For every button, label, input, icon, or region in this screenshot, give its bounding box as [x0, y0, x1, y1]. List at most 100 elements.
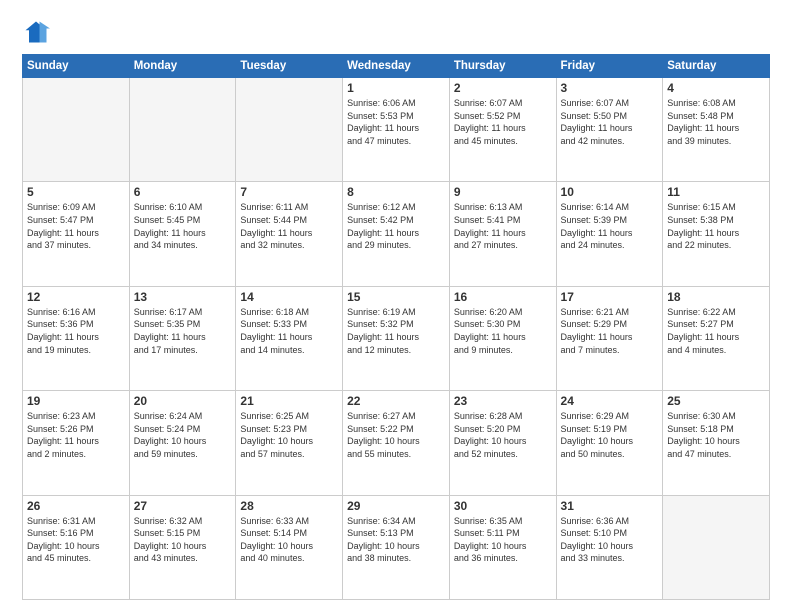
- day-info: Sunrise: 6:09 AM Sunset: 5:47 PM Dayligh…: [27, 201, 125, 251]
- weekday-header-saturday: Saturday: [663, 55, 770, 78]
- day-info: Sunrise: 6:16 AM Sunset: 5:36 PM Dayligh…: [27, 306, 125, 356]
- calendar-cell: 18 Sunrise: 6:22 AM Sunset: 5:27 PM Dayli…: [663, 286, 770, 390]
- day-info: Sunrise: 6:36 AM Sunset: 5:10 PM Dayligh…: [561, 515, 659, 565]
- day-number: 4: [667, 81, 765, 95]
- calendar-table: SundayMondayTuesdayWednesdayThursdayFrid…: [22, 54, 770, 600]
- day-number: 31: [561, 499, 659, 513]
- week-row-5: 26Sunrise: 6:31 AM Sunset: 5:16 PM Dayli…: [23, 495, 770, 599]
- day-number: 8: [347, 185, 445, 199]
- day-number: 22: [347, 394, 445, 408]
- weekday-header-sunday: Sunday: [23, 55, 130, 78]
- day-number: 11: [667, 185, 765, 199]
- week-row-2: 5Sunrise: 6:09 AM Sunset: 5:47 PM Daylig…: [23, 182, 770, 286]
- day-info: Sunrise: 6:20 AM Sunset: 5:30 PM Dayligh…: [454, 306, 552, 356]
- day-info: Sunrise: 6:19 AM Sunset: 5:32 PM Dayligh…: [347, 306, 445, 356]
- calendar-cell: [236, 78, 343, 182]
- day-number: 23: [454, 394, 552, 408]
- day-number: 27: [134, 499, 232, 513]
- day-number: 12: [27, 290, 125, 304]
- day-number: 16: [454, 290, 552, 304]
- calendar-cell: 30Sunrise: 6:35 AM Sunset: 5:11 PM Dayli…: [449, 495, 556, 599]
- calendar-cell: 17Sunrise: 6:21 AM Sunset: 5:29 PM Dayli…: [556, 286, 663, 390]
- day-info: Sunrise: 6:07 AM Sunset: 5:52 PM Dayligh…: [454, 97, 552, 147]
- weekday-header-tuesday: Tuesday: [236, 55, 343, 78]
- weekday-header-row: SundayMondayTuesdayWednesdayThursdayFrid…: [23, 55, 770, 78]
- day-number: 9: [454, 185, 552, 199]
- calendar-cell: 21 Sunrise: 6:25 AM Sunset: 5:23 PM Dayli…: [236, 391, 343, 495]
- calendar-cell: 27 Sunrise: 6:32 AM Sunset: 5:15 PM Dayli…: [129, 495, 236, 599]
- calendar-cell: 19 Sunrise: 6:23 AM Sunset: 5:26 PM Dayli…: [23, 391, 130, 495]
- day-info: Sunrise: 6:32 AM Sunset: 5:15 PM Dayligh…: [134, 515, 232, 565]
- day-info: Sunrise: 6:33 AM Sunset: 5:14 PM Dayligh…: [240, 515, 338, 565]
- calendar-cell: 15 Sunrise: 6:19 AM Sunset: 5:32 PM Dayli…: [343, 286, 450, 390]
- day-number: 28: [240, 499, 338, 513]
- day-info: Sunrise: 6:21 AM Sunset: 5:29 PM Dayligh…: [561, 306, 659, 356]
- calendar-cell: 6 Sunrise: 6:10 AM Sunset: 5:45 PM Daylig…: [129, 182, 236, 286]
- calendar-cell: [663, 495, 770, 599]
- day-number: 20: [134, 394, 232, 408]
- day-info: Sunrise: 6:24 AM Sunset: 5:24 PM Dayligh…: [134, 410, 232, 460]
- day-info: Sunrise: 6:25 AM Sunset: 5:23 PM Dayligh…: [240, 410, 338, 460]
- day-info: Sunrise: 6:34 AM Sunset: 5:13 PM Dayligh…: [347, 515, 445, 565]
- day-info: Sunrise: 6:07 AM Sunset: 5:50 PM Dayligh…: [561, 97, 659, 147]
- calendar-cell: 25 Sunrise: 6:30 AM Sunset: 5:18 PM Dayli…: [663, 391, 770, 495]
- day-number: 7: [240, 185, 338, 199]
- weekday-header-thursday: Thursday: [449, 55, 556, 78]
- calendar-cell: 3Sunrise: 6:07 AM Sunset: 5:50 PM Daylig…: [556, 78, 663, 182]
- calendar-cell: 10 Sunrise: 6:14 AM Sunset: 5:39 PM Dayli…: [556, 182, 663, 286]
- calendar-cell: [23, 78, 130, 182]
- calendar-cell: 4 Sunrise: 6:08 AM Sunset: 5:48 PM Daylig…: [663, 78, 770, 182]
- calendar-cell: 31 Sunrise: 6:36 AM Sunset: 5:10 PM Dayli…: [556, 495, 663, 599]
- calendar-cell: 9Sunrise: 6:13 AM Sunset: 5:41 PM Daylig…: [449, 182, 556, 286]
- calendar-cell: 29 Sunrise: 6:34 AM Sunset: 5:13 PM Dayli…: [343, 495, 450, 599]
- day-info: Sunrise: 6:15 AM Sunset: 5:38 PM Dayligh…: [667, 201, 765, 251]
- calendar-cell: 5Sunrise: 6:09 AM Sunset: 5:47 PM Daylig…: [23, 182, 130, 286]
- day-info: Sunrise: 6:17 AM Sunset: 5:35 PM Dayligh…: [134, 306, 232, 356]
- calendar-cell: 22 Sunrise: 6:27 AM Sunset: 5:22 PM Dayli…: [343, 391, 450, 495]
- calendar-cell: 23Sunrise: 6:28 AM Sunset: 5:20 PM Dayli…: [449, 391, 556, 495]
- week-row-4: 19 Sunrise: 6:23 AM Sunset: 5:26 PM Dayli…: [23, 391, 770, 495]
- calendar-cell: 24Sunrise: 6:29 AM Sunset: 5:19 PM Dayli…: [556, 391, 663, 495]
- day-info: Sunrise: 6:14 AM Sunset: 5:39 PM Dayligh…: [561, 201, 659, 251]
- day-info: Sunrise: 6:30 AM Sunset: 5:18 PM Dayligh…: [667, 410, 765, 460]
- day-info: Sunrise: 6:23 AM Sunset: 5:26 PM Dayligh…: [27, 410, 125, 460]
- weekday-header-monday: Monday: [129, 55, 236, 78]
- day-info: Sunrise: 6:10 AM Sunset: 5:45 PM Dayligh…: [134, 201, 232, 251]
- day-number: 13: [134, 290, 232, 304]
- calendar-cell: 8 Sunrise: 6:12 AM Sunset: 5:42 PM Daylig…: [343, 182, 450, 286]
- calendar-cell: 26Sunrise: 6:31 AM Sunset: 5:16 PM Dayli…: [23, 495, 130, 599]
- calendar-cell: 20 Sunrise: 6:24 AM Sunset: 5:24 PM Dayli…: [129, 391, 236, 495]
- page: SundayMondayTuesdayWednesdayThursdayFrid…: [0, 0, 792, 612]
- day-number: 21: [240, 394, 338, 408]
- day-number: 19: [27, 394, 125, 408]
- calendar-cell: 7 Sunrise: 6:11 AM Sunset: 5:44 PM Daylig…: [236, 182, 343, 286]
- calendar-cell: 2 Sunrise: 6:07 AM Sunset: 5:52 PM Daylig…: [449, 78, 556, 182]
- day-number: 1: [347, 81, 445, 95]
- day-number: 6: [134, 185, 232, 199]
- day-info: Sunrise: 6:35 AM Sunset: 5:11 PM Dayligh…: [454, 515, 552, 565]
- logo: [22, 18, 54, 46]
- day-info: Sunrise: 6:12 AM Sunset: 5:42 PM Dayligh…: [347, 201, 445, 251]
- weekday-header-wednesday: Wednesday: [343, 55, 450, 78]
- day-number: 25: [667, 394, 765, 408]
- day-number: 10: [561, 185, 659, 199]
- day-number: 18: [667, 290, 765, 304]
- calendar-cell: 13 Sunrise: 6:17 AM Sunset: 5:35 PM Dayli…: [129, 286, 236, 390]
- calendar-cell: 14Sunrise: 6:18 AM Sunset: 5:33 PM Dayli…: [236, 286, 343, 390]
- weekday-header-friday: Friday: [556, 55, 663, 78]
- day-number: 2: [454, 81, 552, 95]
- day-number: 14: [240, 290, 338, 304]
- calendar-cell: [129, 78, 236, 182]
- day-info: Sunrise: 6:29 AM Sunset: 5:19 PM Dayligh…: [561, 410, 659, 460]
- day-info: Sunrise: 6:11 AM Sunset: 5:44 PM Dayligh…: [240, 201, 338, 251]
- calendar-cell: 12 Sunrise: 6:16 AM Sunset: 5:36 PM Dayli…: [23, 286, 130, 390]
- day-number: 29: [347, 499, 445, 513]
- day-info: Sunrise: 6:22 AM Sunset: 5:27 PM Dayligh…: [667, 306, 765, 356]
- day-number: 15: [347, 290, 445, 304]
- week-row-3: 12 Sunrise: 6:16 AM Sunset: 5:36 PM Dayli…: [23, 286, 770, 390]
- day-info: Sunrise: 6:06 AM Sunset: 5:53 PM Dayligh…: [347, 97, 445, 147]
- calendar-cell: 16 Sunrise: 6:20 AM Sunset: 5:30 PM Dayli…: [449, 286, 556, 390]
- day-info: Sunrise: 6:08 AM Sunset: 5:48 PM Dayligh…: [667, 97, 765, 147]
- header: [22, 18, 770, 46]
- day-info: Sunrise: 6:27 AM Sunset: 5:22 PM Dayligh…: [347, 410, 445, 460]
